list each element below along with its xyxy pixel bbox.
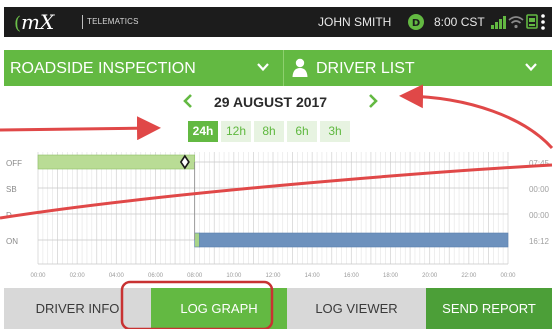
log-graph-button[interactable]: LOG GRAPH <box>151 288 287 329</box>
send-report-button[interactable]: SEND REPORT <box>426 288 552 329</box>
range-tab-6h[interactable]: 6h <box>287 121 317 142</box>
x-tick-label: 00:00 <box>30 273 46 279</box>
row-label: D <box>6 211 12 220</box>
user-name: JOHN SMITH <box>318 15 392 29</box>
x-tick-label: 08:00 <box>187 273 203 279</box>
bottom-nav: DRIVER INFO LOG GRAPH LOG VIEWER SEND RE… <box>4 288 552 329</box>
app-frame: (mX TELEMATICS JOHN SMITH D 8:00 CST ROA… <box>0 0 556 329</box>
x-tick-label: 04:00 <box>109 273 125 279</box>
log-viewer-button[interactable]: LOG VIEWER <box>287 288 426 329</box>
annotation-arrow <box>399 84 554 150</box>
row-total: 00:00 <box>529 185 550 194</box>
chevron-down-icon[interactable] <box>256 60 270 79</box>
x-tick-label: 10:00 <box>226 273 242 279</box>
clock: 8:00 CST <box>434 15 485 29</box>
range-tab-12h[interactable]: 12h <box>221 121 251 142</box>
x-tick-label: 14:00 <box>305 273 321 279</box>
row-label: SB <box>6 185 17 194</box>
range-tab-24h[interactable]: 24h <box>188 121 218 142</box>
chevron-left-icon[interactable] <box>182 93 194 114</box>
x-tick-label: 20:00 <box>422 273 438 279</box>
x-tick-label: 00:00 <box>500 273 516 279</box>
row-label: OFF <box>6 159 22 168</box>
mix-logo: (mX <box>14 10 55 34</box>
x-tick-label: 06:00 <box>148 273 164 279</box>
annotation-arrow <box>0 116 161 141</box>
driver-list-dropdown[interactable]: DRIVER LIST <box>316 60 415 78</box>
chevron-down-icon[interactable] <box>524 60 538 79</box>
roadside-inspection-dropdown[interactable]: ROADSIDE INSPECTION <box>10 60 196 78</box>
device-icon <box>526 14 538 35</box>
chevron-right-icon[interactable] <box>367 93 379 114</box>
telematics-label: TELEMATICS <box>87 17 139 26</box>
row-total: 16:12 <box>529 237 550 246</box>
log-segment-on <box>194 232 200 248</box>
svg-text:D: D <box>412 18 420 29</box>
row-total: 00:00 <box>529 211 550 220</box>
range-tab-8h[interactable]: 8h <box>254 121 284 142</box>
person-icon <box>292 58 308 83</box>
row-total: 07:45 <box>529 159 550 168</box>
x-tick-label: 22:00 <box>461 273 477 279</box>
x-tick-label: 18:00 <box>383 273 399 279</box>
header-divider <box>283 50 284 86</box>
date-label: 29 AUGUST 2017 <box>214 94 328 110</box>
status-bar: (mX TELEMATICS JOHN SMITH D 8:00 CST <box>4 7 552 37</box>
wifi-icon <box>508 15 524 34</box>
range-tab-3h[interactable]: 3h <box>320 121 350 142</box>
x-tick-label: 16:00 <box>344 273 360 279</box>
driver-status-icon[interactable]: D <box>407 13 425 36</box>
signal-icon <box>490 15 506 34</box>
header-bar: ROADSIDE INSPECTION DRIVER LIST <box>4 50 552 86</box>
x-tick-label: 12:00 <box>265 273 281 279</box>
log-segment-on <box>199 232 509 248</box>
log-segment-off <box>37 154 195 170</box>
row-label: ON <box>6 237 18 246</box>
driver-info-button[interactable]: DRIVER INFO <box>4 288 151 329</box>
logo-divider <box>82 15 83 29</box>
overflow-menu-icon[interactable] <box>540 13 546 31</box>
log-graph-chart: OFF 07:45 SB 00:00 D 00:00 ON 16:12 00:00 02:00 04… <box>6 152 550 279</box>
x-tick-label: 02:00 <box>70 273 86 279</box>
